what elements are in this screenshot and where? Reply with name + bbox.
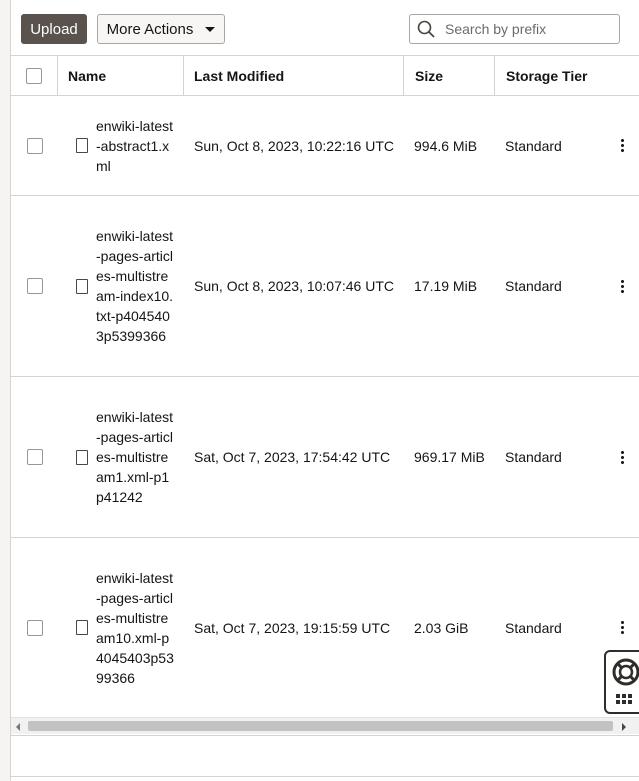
file-name-link[interactable]: enwiki-latest-pages-articles-multistream…	[96, 407, 174, 507]
tier-cell: Standard	[505, 449, 562, 465]
modified-cell: Sat, Oct 7, 2023, 17:54:42 UTC	[194, 449, 391, 465]
upload-button[interactable]: Upload	[21, 14, 87, 44]
scrollbar-thumb[interactable]	[28, 721, 613, 731]
more-actions-button[interactable]: More Actions	[97, 14, 225, 44]
column-header-storage-tier[interactable]: Storage Tier	[495, 56, 639, 95]
tier-cell: Standard	[505, 137, 562, 154]
name-cell: enwiki-latest-pages-articles-multistream…	[96, 377, 174, 537]
caret-down-icon	[205, 26, 216, 32]
kebab-icon	[621, 279, 624, 293]
row-select-cell	[27, 196, 43, 376]
grid-icon[interactable]	[616, 694, 632, 704]
select-all-checkbox[interactable]	[26, 67, 42, 84]
row-actions-button[interactable]	[621, 96, 624, 195]
row-checkbox[interactable]	[27, 619, 43, 636]
modified-cell: Sun, Oct 8, 2023, 10:07:46 UTC	[194, 278, 395, 294]
row-actions-button[interactable]	[621, 377, 624, 537]
file-name-link[interactable]: enwiki-latest-abstract1.xml	[96, 116, 174, 176]
kebab-icon	[621, 621, 624, 634]
size-cell: 994.6 MiB	[414, 137, 478, 154]
file-icon	[76, 449, 88, 465]
search-box[interactable]	[409, 14, 620, 44]
table-header: Name Last Modified Size Storage Tier	[11, 55, 639, 96]
size-cell: 969.17 MiB	[414, 449, 485, 465]
file-icon	[76, 278, 88, 294]
table-row: enwiki-latest-pages-articles-multistream…	[11, 538, 639, 717]
column-header-last-modified[interactable]: Last Modified	[184, 56, 404, 95]
tier-cell: Standard	[505, 278, 562, 294]
name-cell: enwiki-latest-pages-articles-multistream…	[96, 538, 174, 717]
horizontal-scrollbar[interactable]	[11, 717, 639, 734]
row-checkbox[interactable]	[27, 449, 43, 465]
help-widget[interactable]	[604, 650, 639, 714]
toolbar: Upload More Actions	[11, 0, 639, 56]
table-row: enwiki-latest-pages-articles-multistream…	[11, 377, 639, 538]
file-icon-cell	[76, 96, 88, 195]
kebab-icon	[621, 139, 624, 152]
name-cell: enwiki-latest-pages-articles-multistream…	[96, 196, 174, 376]
row-select-cell	[27, 96, 43, 195]
row-select-cell	[27, 538, 43, 717]
name-cell: enwiki-latest-abstract1.xml	[96, 96, 174, 195]
kebab-icon	[621, 450, 624, 464]
row-checkbox[interactable]	[27, 137, 43, 154]
size-cell: 17.19 MiB	[414, 278, 478, 294]
file-icon-cell	[76, 538, 88, 717]
column-header-name[interactable]: Name	[58, 56, 184, 95]
modified-cell: Sun, Oct 8, 2023, 10:22:16 UTC	[194, 137, 395, 154]
file-icon	[76, 138, 88, 153]
select-all-cell	[11, 56, 58, 95]
size-cell: 2.03 GiB	[414, 619, 469, 636]
file-icon	[76, 620, 88, 635]
row-checkbox[interactable]	[27, 278, 43, 294]
table-row: enwiki-latest-abstract1.xml Sun, Oct 8, …	[11, 96, 639, 196]
scroll-right-icon[interactable]	[622, 723, 626, 731]
row-actions-button[interactable]	[621, 196, 624, 376]
file-icon-cell	[76, 196, 88, 376]
more-actions-label: More Actions	[106, 20, 194, 38]
objects-panel: Upload More Actions Name Last Modified S…	[10, 0, 639, 781]
file-name-link[interactable]: enwiki-latest-pages-articles-multistream…	[96, 226, 174, 346]
tier-cell: Standard	[505, 619, 562, 636]
table-row: enwiki-latest-pages-articles-multistream…	[11, 196, 639, 377]
search-input[interactable]	[443, 20, 617, 38]
column-header-size[interactable]: Size	[404, 56, 495, 95]
file-icon-cell	[76, 377, 88, 537]
file-name-link[interactable]: enwiki-latest-pages-articles-multistream…	[96, 568, 174, 688]
table-footer	[11, 735, 639, 777]
modified-cell: Sat, Oct 7, 2023, 19:15:59 UTC	[194, 619, 391, 636]
scroll-left-icon[interactable]	[16, 723, 20, 731]
lifebuoy-icon[interactable]	[611, 657, 639, 692]
row-select-cell	[27, 377, 43, 537]
search-icon	[415, 18, 437, 40]
